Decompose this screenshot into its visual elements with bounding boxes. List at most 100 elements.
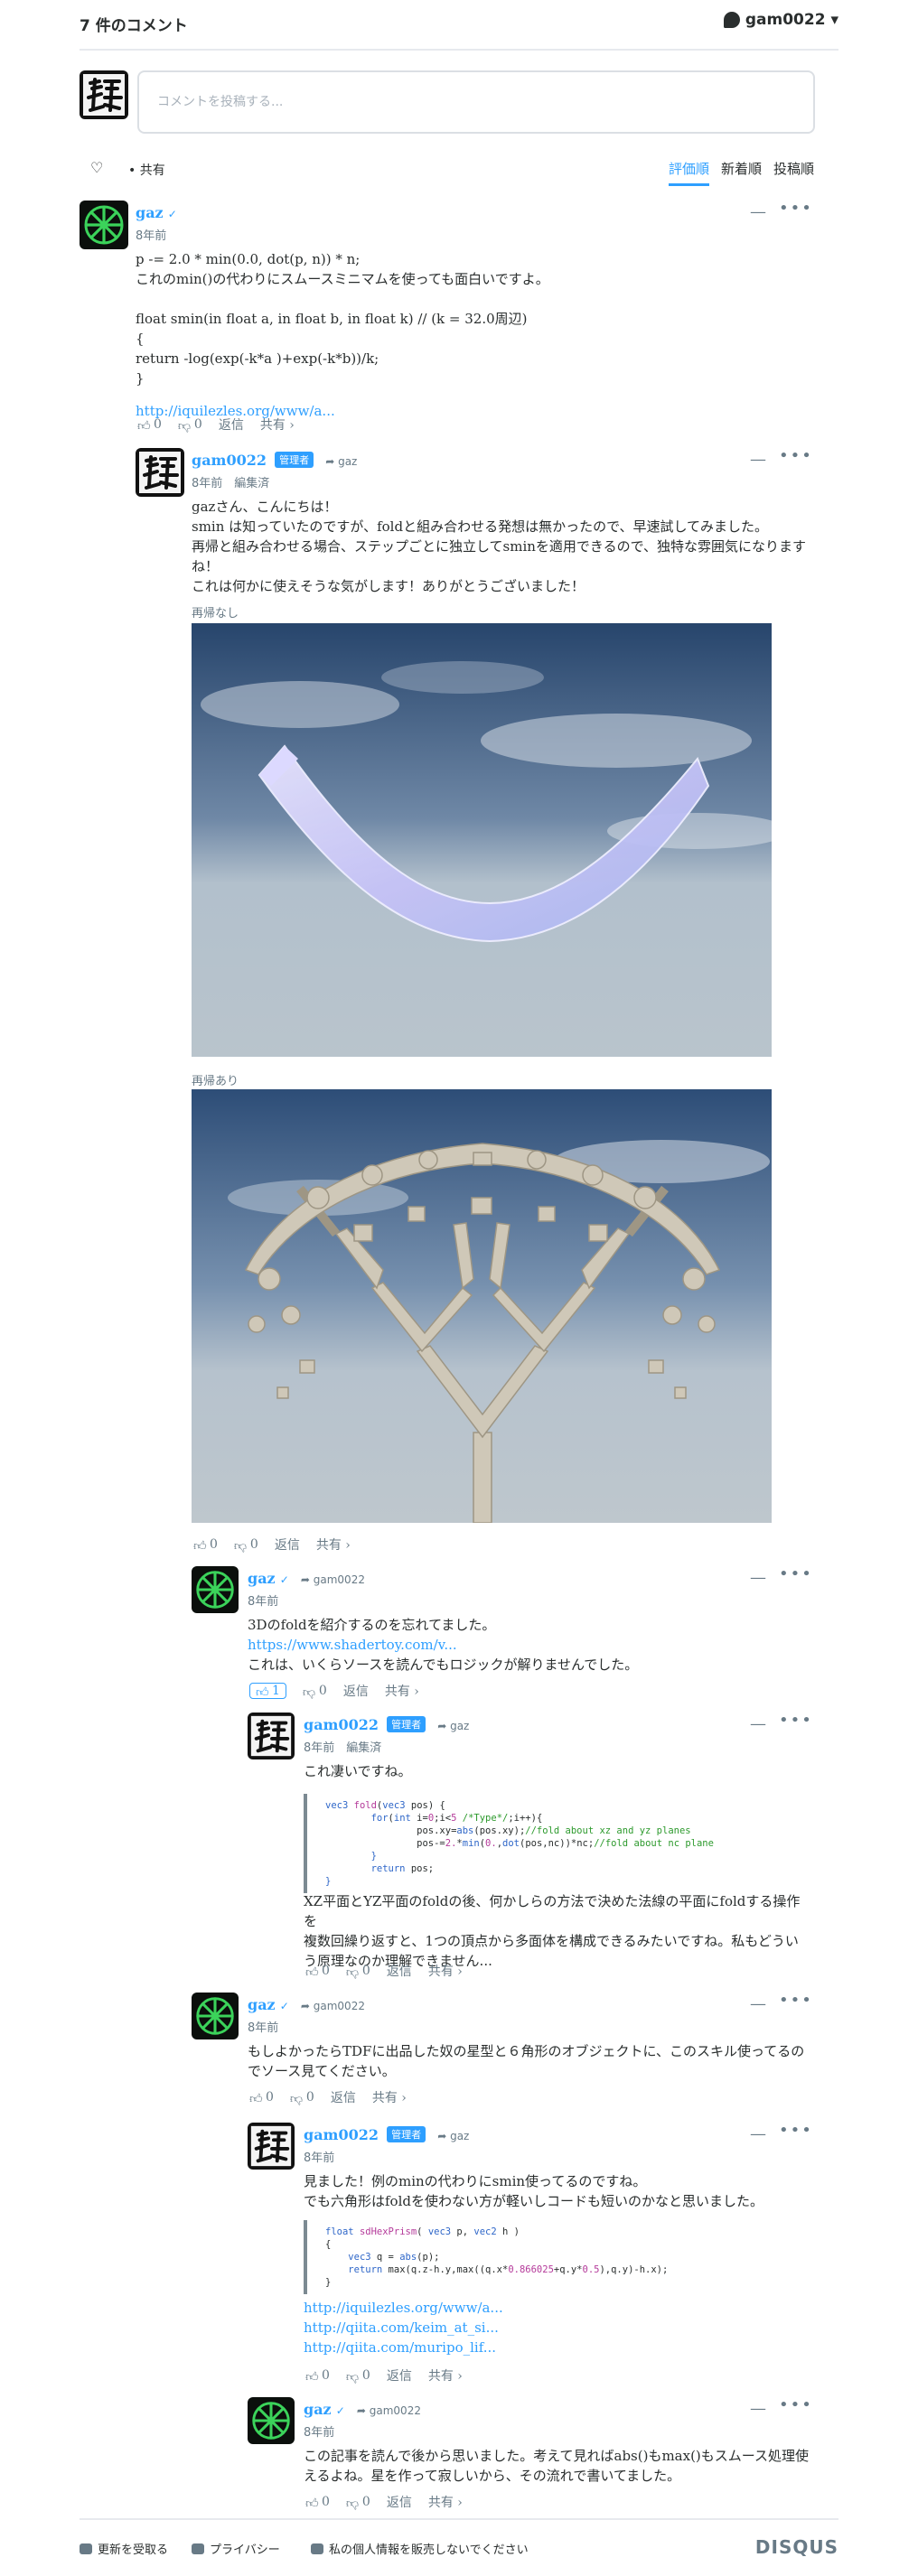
heart-icon[interactable]: ♡ bbox=[90, 159, 103, 176]
comment-link[interactable]: http://qiita.com/keim_at_si... bbox=[304, 2319, 499, 2336]
comment-body: 3Dのfoldを紹介するのを忘れてました。 https://www.shader… bbox=[248, 1615, 808, 1675]
upvote-button[interactable]: 👍︎ 0 bbox=[193, 1537, 218, 1554]
author-name[interactable]: gaz bbox=[304, 2401, 332, 2418]
downvote-button[interactable]: 👎︎ 0 bbox=[290, 2090, 314, 2106]
author-name[interactable]: gam0022 bbox=[304, 1716, 379, 1733]
tab-best[interactable]: 評価順 bbox=[669, 159, 710, 186]
comment-link[interactable]: http://iquilezles.org/www/a... bbox=[304, 2300, 503, 2316]
body-line: gazさん、こんにちは！ bbox=[192, 499, 338, 515]
do-not-sell-link[interactable]: 私の個人情報を販売しないでください bbox=[311, 2540, 529, 2557]
comment-actions: 👍︎ 0 👎︎ 0 返信 共有 › bbox=[305, 2493, 463, 2511]
privacy-label: プライバシー bbox=[210, 2543, 280, 2557]
reply-button[interactable]: 返信 bbox=[387, 2366, 412, 2385]
avatar-gaz[interactable] bbox=[248, 2397, 295, 2444]
avatar-gam0022[interactable] bbox=[248, 2123, 295, 2170]
privacy-link[interactable]: プライバシー bbox=[192, 2540, 280, 2557]
upvote-button[interactable]: 👍︎ 0 bbox=[305, 2495, 330, 2511]
render-image-no-recursion[interactable] bbox=[192, 623, 788, 1057]
share-button[interactable]: 共有 › bbox=[316, 1535, 351, 1554]
comment-menu-button[interactable]: ••• bbox=[779, 199, 813, 218]
avatar-gaz[interactable] bbox=[192, 1566, 239, 1613]
upvote-button[interactable]: 👍︎ 0 bbox=[305, 1964, 330, 1980]
comment-menu-button[interactable]: ••• bbox=[779, 1991, 813, 2010]
author-name[interactable]: gam0022 bbox=[192, 452, 267, 469]
collapse-button[interactable]: — bbox=[750, 1994, 768, 2013]
user-menu[interactable]: gam0022 ▾ bbox=[723, 11, 838, 29]
downvote-button[interactable]: 👎︎ 0 bbox=[178, 417, 202, 434]
upvote-count: 0 bbox=[154, 417, 162, 432]
reply-button[interactable]: 返信 bbox=[331, 2088, 356, 2106]
share-button[interactable]: 共有 › bbox=[385, 1682, 419, 1700]
downvote-button[interactable]: 👎︎ 0 bbox=[303, 1684, 327, 1700]
avatar-gam0022[interactable] bbox=[248, 1713, 295, 1759]
sort-bar: ♡ • 共有 評価順 新着順 投稿順 bbox=[80, 154, 838, 190]
comment-time[interactable]: 8年前 bbox=[136, 226, 166, 243]
collapse-button[interactable]: — bbox=[750, 1714, 768, 1733]
avatar-gam0022[interactable] bbox=[136, 448, 184, 497]
share-button[interactable]: 共有 › bbox=[260, 415, 295, 434]
downvote-count: 0 bbox=[318, 1684, 327, 1698]
tab-oldest[interactable]: 投稿順 bbox=[773, 159, 814, 178]
share-button[interactable]: 共有 › bbox=[428, 2366, 463, 2385]
comment-menu-button[interactable]: ••• bbox=[779, 2395, 813, 2414]
author-name[interactable]: gaz bbox=[136, 204, 164, 221]
comment-menu-button[interactable]: ••• bbox=[779, 1564, 813, 1583]
compose-placeholder: コメントを投稿する... bbox=[157, 95, 284, 109]
share-thread-button[interactable]: • 共有 bbox=[128, 161, 165, 179]
subscribe-label: 更新を受取る bbox=[98, 2543, 169, 2557]
upvote-button[interactable]: 👍︎ 0 bbox=[305, 2368, 330, 2385]
reply-to-link[interactable]: ➦ gaz bbox=[437, 2130, 469, 2142]
reply-button[interactable]: 返信 bbox=[387, 1962, 412, 1980]
render-image-with-recursion[interactable] bbox=[192, 1089, 772, 1524]
reply-to-link[interactable]: ➦ gam0022 bbox=[301, 1573, 365, 1586]
upvote-button[interactable]: 👍︎ 1 bbox=[249, 1683, 286, 1700]
collapse-button[interactable]: — bbox=[750, 1568, 768, 1587]
edited-label: 編集済 bbox=[346, 1741, 382, 1755]
downvote-button[interactable]: 👎︎ 0 bbox=[346, 2368, 370, 2385]
share-button[interactable]: 共有 › bbox=[372, 2088, 407, 2106]
comment-time[interactable]: 8年前 bbox=[304, 2148, 334, 2165]
collapse-button[interactable]: — bbox=[750, 450, 768, 469]
reply-button[interactable]: 返信 bbox=[275, 1535, 300, 1554]
upvote-button[interactable]: 👍︎ 0 bbox=[249, 2090, 274, 2106]
downvote-button[interactable]: 👎︎ 0 bbox=[346, 2495, 370, 2511]
upvote-button[interactable]: 👍︎ 0 bbox=[137, 417, 162, 434]
lock-icon bbox=[192, 2543, 204, 2554]
avatar-gaz[interactable] bbox=[192, 1993, 239, 2039]
comment-time[interactable]: 8年前 bbox=[304, 2422, 334, 2440]
share-button[interactable]: 共有 › bbox=[428, 1962, 463, 1980]
reply-to-link[interactable]: ➦ gaz bbox=[325, 455, 357, 468]
code-line: vec3 q = abs(p); bbox=[348, 2252, 440, 2263]
comment-compose-box[interactable]: コメントを投稿する... bbox=[137, 70, 815, 134]
reply-button[interactable]: 返信 bbox=[387, 2493, 412, 2511]
tab-newest[interactable]: 新着順 bbox=[721, 159, 762, 178]
reply-to-link[interactable]: ➦ gam0022 bbox=[301, 2000, 365, 2012]
collapse-button[interactable]: — bbox=[750, 2399, 768, 2418]
comment-link[interactable]: http://qiita.com/muripo_lif... bbox=[304, 2339, 496, 2356]
collapse-button[interactable]: — bbox=[750, 2124, 768, 2143]
comment-link[interactable]: https://www.shadertoy.com/v... bbox=[248, 1637, 457, 1653]
reply-to-name: gam0022 bbox=[313, 2000, 365, 2012]
author-name[interactable]: gaz bbox=[248, 1570, 276, 1587]
comment-menu-button[interactable]: ••• bbox=[779, 446, 813, 465]
body-line: えるよね。星を作って寂しいから、その流れで書いてました。 bbox=[304, 2468, 681, 2484]
avatar-gaz[interactable] bbox=[80, 201, 128, 249]
comment-time[interactable]: 8年前 bbox=[248, 1591, 278, 1609]
author-name[interactable]: gam0022 bbox=[304, 2126, 379, 2143]
subscribe-link[interactable]: 更新を受取る bbox=[80, 2540, 168, 2557]
author-name[interactable]: gaz bbox=[248, 1996, 276, 2013]
reply-button[interactable]: 返信 bbox=[219, 415, 244, 434]
reply-to-link[interactable]: ➦ gaz bbox=[437, 1720, 469, 1732]
share-button[interactable]: 共有 › bbox=[428, 2493, 463, 2511]
reply-button[interactable]: 返信 bbox=[343, 1682, 369, 1700]
comment-time[interactable]: 8年前 編集済 bbox=[192, 473, 269, 490]
downvote-button[interactable]: 👎︎ 0 bbox=[346, 1964, 370, 1980]
comment-menu-button[interactable]: ••• bbox=[779, 2121, 813, 2140]
disqus-logo[interactable]: DISQUS bbox=[755, 2536, 838, 2558]
comment-menu-button[interactable]: ••• bbox=[779, 1711, 813, 1730]
comment-time[interactable]: 8年前 編集済 bbox=[304, 1738, 381, 1755]
reply-to-link[interactable]: ➦ gam0022 bbox=[357, 2404, 421, 2417]
collapse-button[interactable]: — bbox=[750, 202, 768, 221]
comment-time[interactable]: 8年前 bbox=[248, 2018, 278, 2035]
downvote-button[interactable]: 👎︎ 0 bbox=[234, 1537, 258, 1554]
